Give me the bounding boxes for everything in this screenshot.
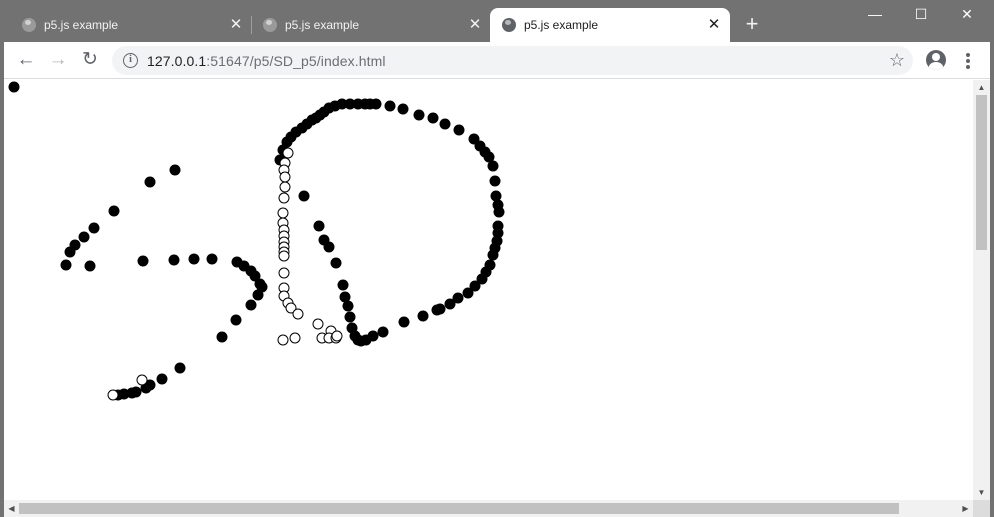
bookmark-star-icon[interactable]: ☆ [889,50,905,70]
filled-dot [397,103,409,115]
open-dot [282,147,294,159]
open-dot [331,330,343,342]
open-dot [279,171,291,183]
filled-dot [318,234,330,246]
globe-icon [263,18,277,32]
filled-dot [413,109,425,121]
vertical-scroll-thumb[interactable] [976,95,987,250]
horizontal-scrollbar[interactable]: ◀ ▶ [4,500,973,517]
tab-3-active[interactable]: p5.js example ✕ [490,8,730,42]
new-tab-button[interactable]: + [740,12,764,36]
filled-dot [64,246,76,258]
filled-dot [384,100,396,112]
filled-dot [330,257,342,269]
close-tab-icon[interactable]: ✕ [465,15,485,35]
filled-dot [8,81,20,93]
filled-dot [168,254,180,266]
filled-dot [60,259,72,271]
open-dot [279,181,291,193]
scroll-down-arrow-icon[interactable]: ▼ [973,485,990,500]
filled-dot [169,164,181,176]
filled-dot [427,112,439,124]
filled-dot [245,299,257,311]
filled-dot [370,98,382,110]
open-dot [312,318,324,330]
filled-dot [230,314,242,326]
filled-dot [84,260,96,272]
filled-dot [344,311,356,323]
filled-dot [462,287,474,299]
filled-dot [78,231,90,243]
maximize-button[interactable]: ☐ [898,0,944,30]
minimize-button[interactable]: — [852,0,898,30]
open-dot [278,192,290,204]
tab-title: p5.js example [524,18,599,32]
tab-title: p5.js example [285,18,360,32]
forward-button[interactable]: → [45,47,71,73]
kebab-menu-icon[interactable] [960,52,976,70]
browser-toolbar: ← → ↻ i 127.0.0.1:51647/p5/SD_p5/index.h… [0,42,994,79]
open-dot [289,332,301,344]
open-dot [277,207,289,219]
address-bar[interactable]: i 127.0.0.1:51647/p5/SD_p5/index.html ☆ [112,46,913,75]
filled-dot [489,175,501,187]
filled-dot [206,253,218,265]
tab-title: p5.js example [44,18,119,32]
filled-dot [339,291,351,303]
close-tab-icon[interactable]: ✕ [704,15,724,35]
filled-dot [137,255,149,267]
filled-dot [493,206,505,218]
vertical-scrollbar[interactable]: ▲ ▼ [973,80,990,500]
reload-button[interactable]: ↻ [77,47,103,73]
filled-dot [156,373,168,385]
scroll-up-arrow-icon[interactable]: ▲ [973,80,990,95]
scroll-left-arrow-icon[interactable]: ◀ [4,500,19,517]
close-tab-icon[interactable]: ✕ [226,15,246,35]
url-text[interactable]: 127.0.0.1:51647/p5/SD_p5/index.html [147,53,386,69]
filled-dot [431,304,443,316]
horizontal-scroll-thumb[interactable] [19,503,899,514]
url-host: 127.0.0.1 [147,53,207,69]
open-dot [278,250,290,262]
filled-dot [313,220,325,232]
globe-icon [22,18,36,32]
url-path: :51647/p5/SD_p5/index.html [206,53,386,69]
close-window-button[interactable]: ✕ [944,0,990,30]
open-dot [292,308,304,320]
open-dot [136,374,148,386]
filled-dot [487,160,499,172]
filled-dot [398,316,410,328]
profile-avatar-icon[interactable] [926,50,946,70]
window-frame-right [990,42,994,517]
filled-dot [252,289,264,301]
globe-icon [502,18,516,32]
tab-strip: p5.js example ✕ p5.js example ✕ p5.js ex… [0,0,994,42]
filled-dot [417,310,429,322]
filled-dot [144,176,156,188]
scroll-right-arrow-icon[interactable]: ▶ [958,500,973,517]
open-dot [107,389,119,401]
filled-dot [88,222,100,234]
filled-dot [444,298,456,310]
back-button[interactable]: ← [13,47,39,73]
p5-canvas[interactable] [4,80,973,500]
filled-dot [487,249,499,261]
filled-dot [174,362,186,374]
scrollbar-corner [973,500,990,517]
info-icon[interactable]: i [123,53,138,68]
filled-dot [298,190,310,202]
page-viewport[interactable] [4,80,973,500]
filled-dot [337,279,349,291]
tab-1[interactable]: p5.js example ✕ [10,8,252,42]
filled-dot [377,326,389,338]
filled-dot [108,205,120,217]
open-dot [278,267,290,279]
tab-2[interactable]: p5.js example ✕ [251,8,491,42]
filled-dot [216,331,228,343]
open-dot [277,334,289,346]
filled-dot [346,322,358,334]
filled-dot [439,118,451,130]
filled-dot [188,253,200,265]
filled-dot [453,124,465,136]
